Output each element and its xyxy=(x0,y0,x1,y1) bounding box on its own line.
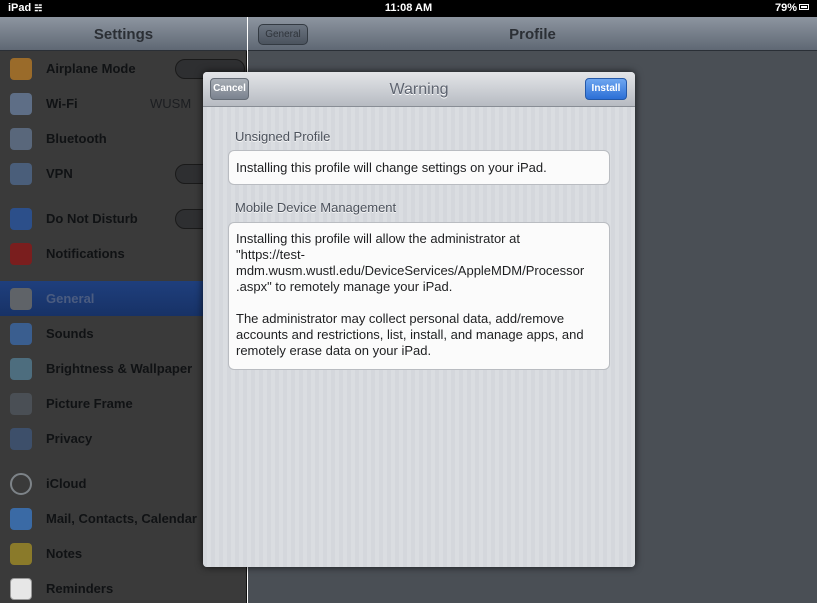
airplane-icon xyxy=(10,58,32,80)
sidebar-item-label: Privacy xyxy=(46,431,93,446)
battery-percent: 79% xyxy=(774,2,797,14)
unsigned-profile-heading: Unsigned Profile xyxy=(235,129,331,144)
mail-icon xyxy=(10,508,32,530)
cloud-icon xyxy=(10,473,32,495)
install-button[interactable]: Install xyxy=(585,78,627,100)
sidebar-item-label: Picture Frame xyxy=(46,396,133,411)
sidebar-item-label: Brightness & Wallpaper xyxy=(46,361,193,376)
hand-icon xyxy=(10,428,32,450)
sidebar-item-label: Mail, Contacts, Calendar xyxy=(46,511,197,526)
sidebar-item-label: VPN xyxy=(46,166,73,181)
master-title: Settings xyxy=(93,26,154,43)
unsigned-profile-card: Installing this profile will change sett… xyxy=(228,150,610,185)
sheet-title: Warning xyxy=(389,81,449,98)
vpn-icon xyxy=(10,163,32,185)
wifi-network-value: WUSM xyxy=(150,96,192,111)
master-nav-bar: Settings xyxy=(0,17,247,51)
sidebar-item-label: General xyxy=(46,291,95,306)
battery-icon xyxy=(799,4,809,10)
mdm-paragraph-1: Installing this profile will allow the a… xyxy=(236,231,585,294)
sidebar-item-label: Sounds xyxy=(46,326,94,341)
ipad-screen: iPad ☵ 11:08 AM 79% Settings Airplane Mod… xyxy=(0,0,817,603)
sidebar-item-label: Do Not Disturb xyxy=(46,211,138,226)
sidebar-item-label: Notes xyxy=(46,546,83,561)
sidebar-item-label: Notifications xyxy=(46,246,125,261)
gear-icon xyxy=(10,288,32,310)
sidebar-item-label: Bluetooth xyxy=(46,131,107,146)
sidebar-item-reminders[interactable]: Reminders xyxy=(0,571,247,603)
sidebar-item-label: Reminders xyxy=(46,581,114,596)
battery-indicator: 79% xyxy=(775,2,809,14)
notifications-icon xyxy=(10,243,32,265)
clock: 11:08 AM xyxy=(384,2,433,14)
sidebar-item-label: Airplane Mode xyxy=(46,61,136,76)
bluetooth-icon xyxy=(10,128,32,150)
detail-title: Profile xyxy=(509,26,556,43)
picture-frame-icon xyxy=(10,393,32,415)
reminders-icon xyxy=(10,578,32,600)
sheet-body: Unsigned Profile Installing this profile… xyxy=(203,107,635,567)
notes-icon xyxy=(10,543,32,565)
unsigned-profile-text: Installing this profile will change sett… xyxy=(236,160,547,175)
sheet-nav-bar: Cancel Warning Install xyxy=(203,72,635,107)
mdm-card: Installing this profile will allow the a… xyxy=(228,222,610,370)
speaker-icon xyxy=(10,323,32,345)
mdm-paragraph-2: The administrator may collect personal d… xyxy=(236,311,584,358)
detail-nav-bar: General Profile xyxy=(248,17,817,51)
wifi-icon xyxy=(10,93,32,115)
warning-sheet: Cancel Warning Install Unsigned Profile … xyxy=(203,72,635,567)
brightness-icon xyxy=(10,358,32,380)
moon-icon xyxy=(10,208,32,230)
status-bar: iPad ☵ 11:08 AM 79% xyxy=(0,0,817,17)
sidebar-item-label: Wi-Fi xyxy=(46,96,78,111)
mdm-heading: Mobile Device Management xyxy=(235,200,397,215)
sidebar-item-label: iCloud xyxy=(46,476,87,491)
